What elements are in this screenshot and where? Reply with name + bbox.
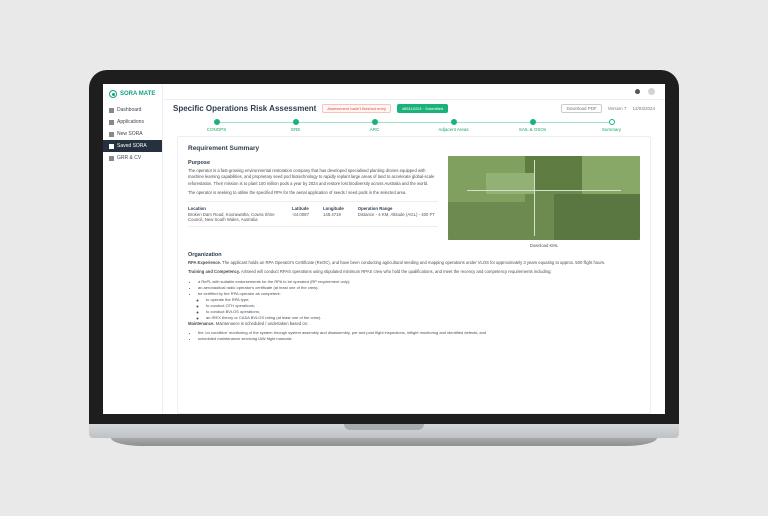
- para-body: AirSeed will conduct RPAS operations usi…: [241, 269, 552, 274]
- summary-card: Requirement Summary Purpose The operator…: [177, 136, 651, 414]
- organization-heading: Organization: [188, 252, 640, 258]
- meta-key: Latitude: [292, 206, 309, 211]
- apps-icon: [109, 120, 114, 125]
- meta-longitude: Longitude 148.4719: [323, 206, 344, 222]
- purpose-paragraph: The operator is a fast-growing environme…: [188, 168, 438, 187]
- step-label: Summary: [602, 127, 621, 132]
- step-label: SAIL & OSOs: [519, 127, 546, 132]
- version-label: Version 7: [608, 106, 627, 111]
- topbar: [163, 84, 665, 100]
- version-date: 12/03/2024: [632, 106, 655, 111]
- step-label: CONOPS: [207, 127, 227, 132]
- meta-row: Location Broken Dam Road, Koorawatha, Co…: [188, 201, 438, 227]
- sidebar-item-label: Saved SORA: [117, 143, 147, 149]
- bell-icon[interactable]: [635, 89, 640, 94]
- brand-name: SORA MATE: [120, 91, 155, 97]
- meta-key: Location: [188, 206, 278, 211]
- para-lead: Training and Competency.: [188, 269, 240, 274]
- maintenance-list: the 'on condition' monitoring of the sys…: [188, 330, 640, 342]
- meta-key: Longitude: [323, 206, 344, 211]
- step-sail[interactable]: SAIL & OSOs: [493, 119, 572, 132]
- section-title: Requirement Summary: [188, 145, 640, 152]
- step-arc[interactable]: ARC: [335, 119, 414, 132]
- tag-badge: 485110224 · Submitted: [397, 104, 448, 113]
- step-conops[interactable]: CONOPS: [177, 119, 256, 132]
- map-column: Download KML: [448, 156, 640, 248]
- step-label: GRE: [291, 127, 301, 132]
- purpose-paragraph: The operator is seeking to utilise the s…: [188, 190, 438, 196]
- meta-op-range: Operation Range Distance - 4 KM, Altitud…: [358, 206, 435, 222]
- stepper: CONOPS GRE ARC Adjacent Areas SAIL & OSO…: [163, 117, 665, 136]
- sidebar-item-grr-cv[interactable]: GRR & CV: [103, 152, 162, 164]
- rpa-experience: RPA Experience. The applicant holds an R…: [188, 260, 640, 266]
- meta-value: Distance - 4 KM, Altitude (AGL) - 400 FT: [358, 212, 435, 217]
- step-summary[interactable]: Summary: [572, 119, 651, 132]
- list-item: be certified by the RPA operator as comp…: [198, 291, 640, 321]
- laptop-hinge: [89, 424, 679, 438]
- sidebar-item-label: New SORA: [117, 131, 143, 137]
- content: Requirement Summary Purpose The operator…: [163, 136, 665, 414]
- header-actions: Download PDF Version 7 12/03/2024: [561, 104, 655, 113]
- app-root: SORA MATE Dashboard Applications New SOR…: [103, 84, 665, 414]
- sidebar-item-saved-sora[interactable]: Saved SORA: [103, 140, 162, 152]
- page-title: Specific Operations Risk Assessment: [173, 104, 316, 113]
- step-adjacent[interactable]: Adjacent Areas: [414, 119, 493, 132]
- brand-logo-icon: [109, 90, 117, 98]
- training-list: a RePL with suitable endorsements for th…: [188, 279, 640, 321]
- screen-bezel: SORA MATE Dashboard Applications New SOR…: [89, 70, 679, 424]
- sidebar-item-label: Dashboard: [117, 107, 141, 113]
- list-item-text: be certified by the RPA operator as comp…: [198, 291, 281, 296]
- meta-latitude: Latitude -34.0087: [292, 206, 309, 222]
- step-label: ARC: [370, 127, 380, 132]
- training-competency: Training and Competency. AirSeed will co…: [188, 269, 640, 275]
- sidebar-item-applications[interactable]: Applications: [103, 116, 162, 128]
- meta-value: Broken Dam Road, Koorawatha, Cowra Shire…: [188, 212, 278, 222]
- sidebar-item-new-sora[interactable]: New SORA: [103, 128, 162, 140]
- sidebar-item-label: Applications: [117, 119, 144, 125]
- step-label: Adjacent Areas: [438, 127, 468, 132]
- screen: SORA MATE Dashboard Applications New SOR…: [103, 84, 665, 414]
- sidebar: SORA MATE Dashboard Applications New SOR…: [103, 84, 163, 414]
- save-icon: [109, 144, 114, 149]
- meta-location: Location Broken Dam Road, Koorawatha, Co…: [188, 206, 278, 222]
- meta-key: Operation Range: [358, 206, 435, 211]
- doc-icon: [109, 156, 114, 161]
- para-lead: RPA Experience.: [188, 260, 221, 265]
- dashboard-icon: [109, 108, 114, 113]
- para-lead: Maintenance.: [188, 321, 215, 326]
- user-avatar[interactable]: [648, 88, 655, 95]
- status-badge: Assessment hadn't finished entry: [322, 104, 391, 113]
- sidebar-item-dashboard[interactable]: Dashboard: [103, 104, 162, 116]
- purpose-heading: Purpose: [188, 160, 438, 166]
- download-kml-link[interactable]: Download KML: [530, 243, 558, 248]
- summary-text: Purpose The operator is a fast-growing e…: [188, 156, 438, 248]
- para-body: Maintenance is scheduled / undertaken ba…: [216, 321, 308, 326]
- para-body: The applicant holds an RPA Operator's Ce…: [222, 260, 605, 265]
- plus-icon: [109, 132, 114, 137]
- maintenance: Maintenance. Maintenance is scheduled / …: [188, 321, 640, 327]
- step-gre[interactable]: GRE: [256, 119, 335, 132]
- sidebar-item-label: GRR & CV: [117, 155, 141, 161]
- operation-area-map[interactable]: [448, 156, 640, 240]
- main: Specific Operations Risk Assessment Asse…: [163, 84, 665, 414]
- page-header: Specific Operations Risk Assessment Asse…: [163, 100, 665, 117]
- list-item: scheduled maintenance servicing IAW flig…: [198, 336, 640, 342]
- laptop-base: [111, 438, 657, 446]
- meta-value: 148.4719: [323, 212, 344, 217]
- brand[interactable]: SORA MATE: [103, 90, 162, 104]
- laptop-mockup: SORA MATE Dashboard Applications New SOR…: [89, 70, 679, 446]
- download-pdf-button[interactable]: Download PDF: [561, 104, 601, 113]
- meta-value: -34.0087: [292, 212, 309, 217]
